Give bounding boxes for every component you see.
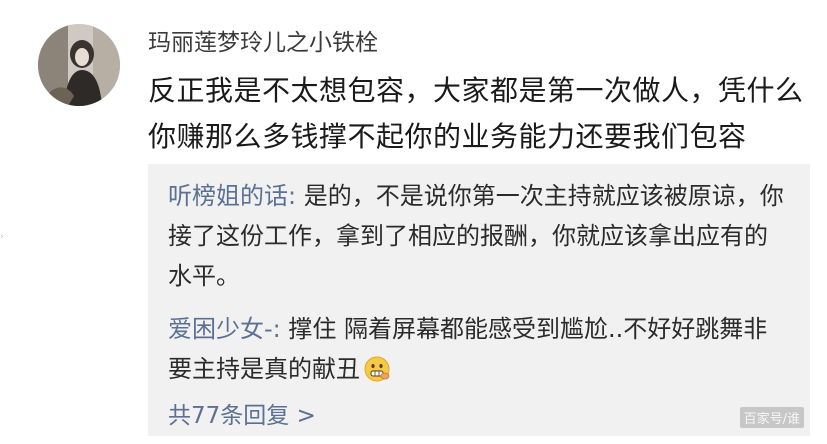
reply-author[interactable]: 爱困少女- — [168, 315, 273, 343]
grimace-face-icon — [364, 354, 390, 382]
more-replies-link[interactable]: 共77条回复 > — [168, 400, 316, 432]
comment-text: 反正我是不太想包容，大家都是第一次做人，凭什么你赚那么多钱撑不起你的业务能力还要… — [148, 74, 804, 153]
reply-item: 听榜姐的话: 是的，不是说你第一次主持就应该被原谅，你接了这份工作，拿到了相应的… — [168, 176, 788, 296]
watermark: 百家号/谁 — [739, 407, 804, 428]
edge-marker: › — [0, 232, 4, 242]
reply-separator: : — [272, 315, 281, 343]
replies-panel: 听榜姐的话: 是的，不是说你第一次主持就应该被原谅，你接了这份工作，拿到了相应的… — [148, 164, 810, 436]
reply-author[interactable]: 听榜姐的话 — [168, 182, 288, 210]
reply-item: 爱困少女-: 撑住 隔着屏幕都能感受到尴尬..不好好跳舞非要主持是真的献丑 — [168, 309, 788, 389]
avatar-photo-icon — [38, 24, 120, 106]
reply-separator: : — [288, 182, 297, 210]
comment-username[interactable]: 玛丽莲梦玲儿之小铁栓 — [148, 27, 378, 59]
avatar[interactable] — [38, 24, 120, 106]
